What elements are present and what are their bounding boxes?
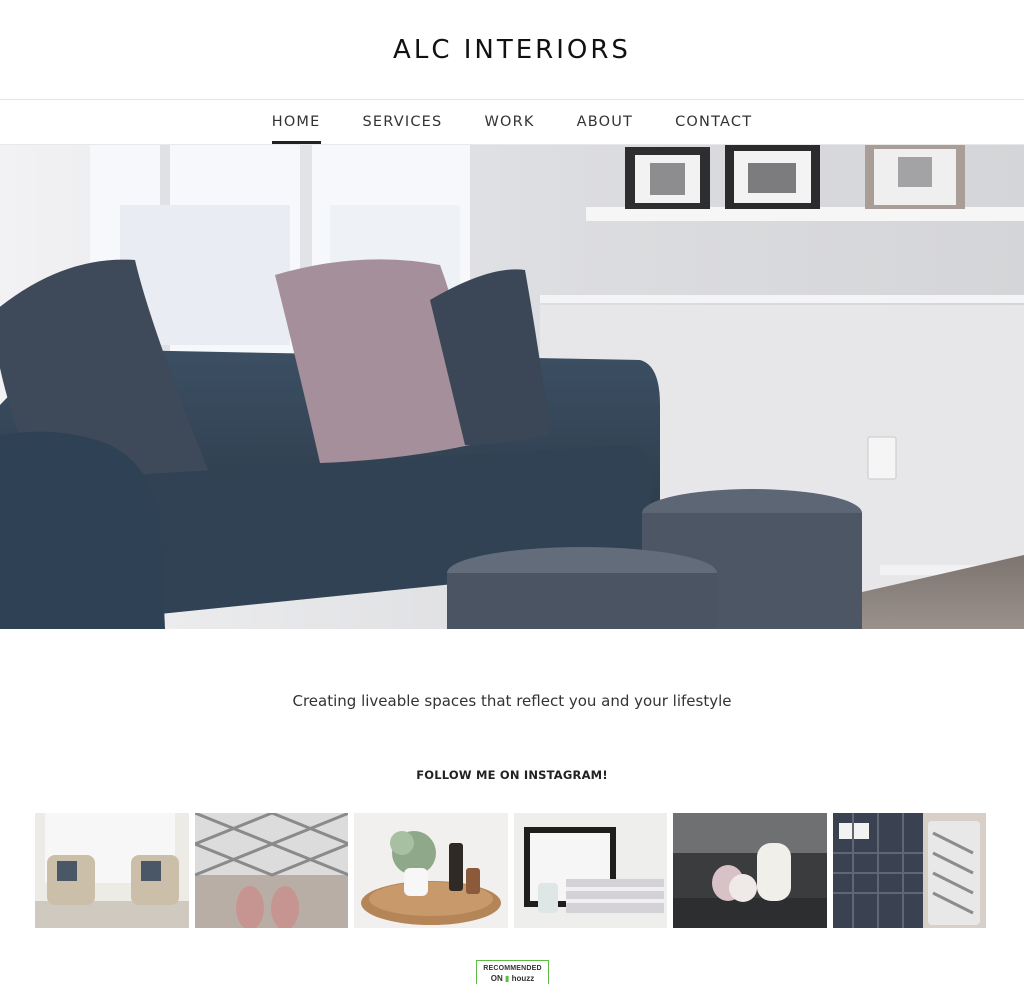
tagline: Creating liveable spaces that reflect yo… [292,692,732,710]
main-nav: HOME SERVICES WORK ABOUT CONTACT [0,100,1024,145]
instagram-tile-vases[interactable] [673,813,827,928]
badge-brand-line: ON ▮ houzz [477,974,548,983]
instagram-heading: FOLLOW ME ON INSTAGRAM! [416,768,608,782]
instagram-grid [35,813,986,928]
badge-recommended-text: RECOMMENDED [483,965,542,972]
instagram-tile-slippers[interactable] [194,813,348,928]
nav-item-work[interactable]: WORK [484,100,534,144]
nav-item-services[interactable]: SERVICES [363,100,443,144]
instagram-tile-armchairs[interactable] [35,813,189,928]
nav-item-home[interactable]: HOME [271,100,321,144]
nav-item-contact[interactable]: CONTACT [675,100,752,144]
site-logo[interactable]: ALC INTERIORS [393,35,631,65]
nav-item-about[interactable]: ABOUT [577,100,634,144]
instagram-tile-plant-tray[interactable] [354,813,508,928]
houzz-logo-icon: ▮ [504,974,510,983]
houzz-badge[interactable]: RECOMMENDED ON ▮ houzz [476,960,549,984]
badge-on-text: ON [490,974,503,983]
instagram-tile-towels[interactable] [513,813,667,928]
badge-brand-text: houzz [511,974,535,983]
site-header: ALC INTERIORS [0,0,1024,100]
hero-image [0,145,1024,629]
instagram-tile-fabric-swatches[interactable] [832,813,986,928]
